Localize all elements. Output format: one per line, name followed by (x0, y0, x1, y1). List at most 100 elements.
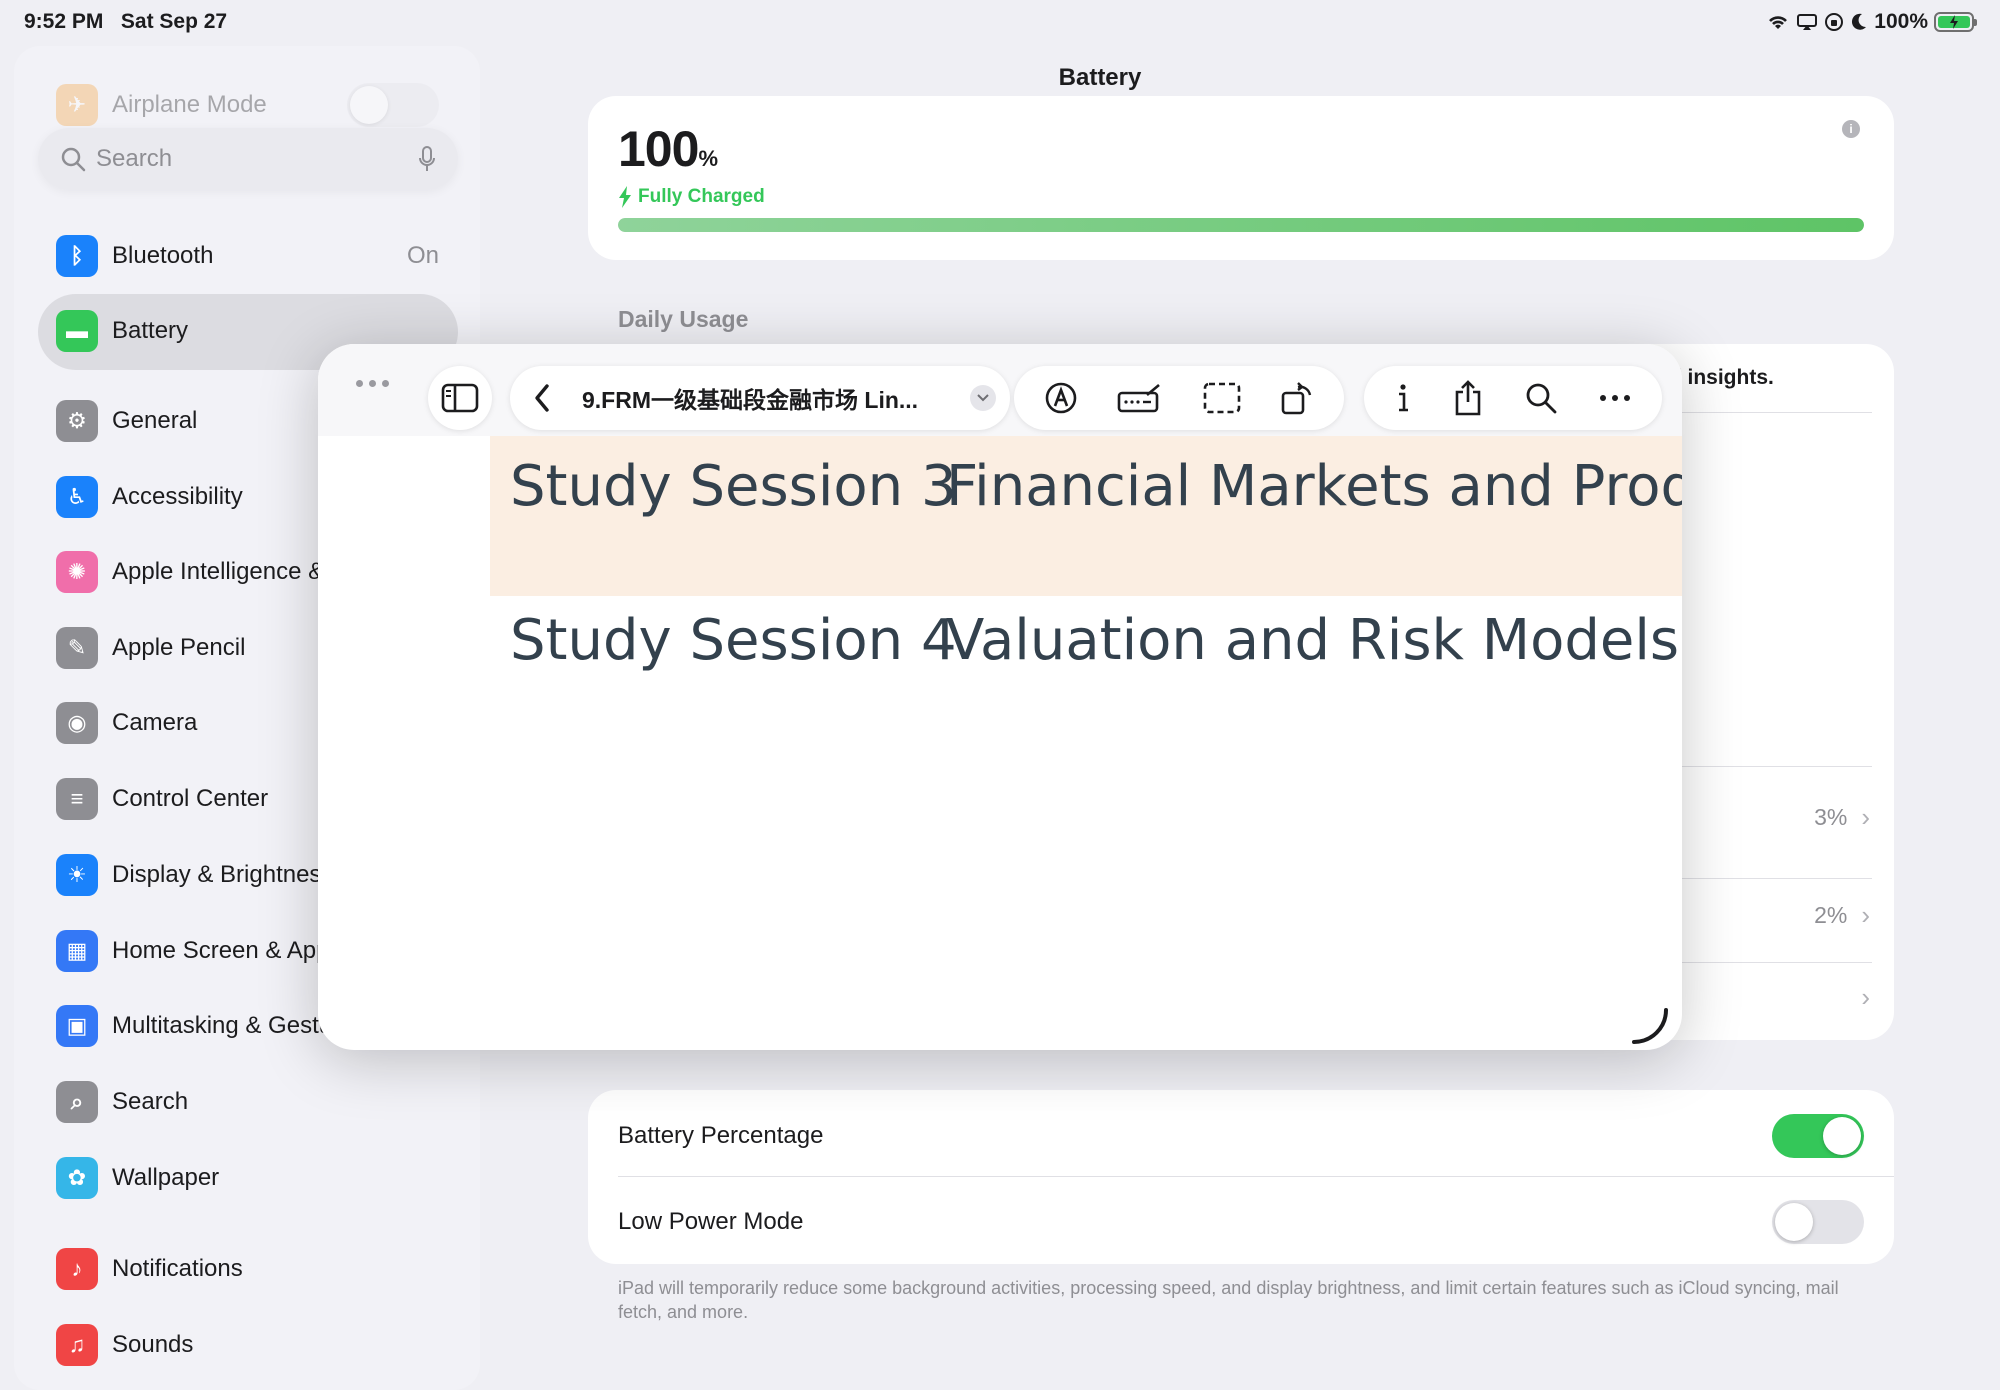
title-menu-button[interactable] (970, 385, 996, 411)
chevron-right-icon: › (1861, 900, 1870, 930)
actions-pill (1364, 366, 1662, 430)
separator (1682, 412, 1872, 413)
sidebar-icon (441, 383, 479, 413)
sidebar-search-field[interactable]: Search (38, 128, 458, 190)
usage-row-3[interactable]: › (1700, 982, 1870, 1013)
resize-handle-icon[interactable] (1628, 1004, 1672, 1048)
sidebar-item-label: Display & Brightness (112, 861, 334, 888)
apple-intelligence-icon: ✺ (56, 551, 98, 593)
keyboard-pencil-icon (1117, 384, 1161, 413)
share-button[interactable] (1453, 380, 1483, 416)
wifi-icon (1769, 16, 1788, 29)
search-icon: ⌕ (56, 1081, 98, 1123)
sidebar-item-label: General (112, 407, 198, 434)
flower-icon: ✿ (56, 1157, 98, 1199)
usage-row-1[interactable]: 3% › (1700, 802, 1870, 833)
bell-icon: ♪ (56, 1248, 98, 1290)
window-handle-dots[interactable] (356, 380, 389, 387)
sidebar-item-label: Search (112, 1088, 189, 1115)
study-session-3-topic: Financial Markets and Products (946, 454, 1682, 519)
sidebar-item-sounds[interactable]: ♫ Sounds (56, 1316, 461, 1374)
battery-percentage-toggle[interactable] (1772, 1114, 1864, 1158)
page-title: Battery (1058, 64, 1142, 91)
document-title: 9.FRM一级基础段金融市场 Lin... (582, 387, 919, 413)
study-session-4-topic: Valuation and Risk Models (946, 608, 1680, 673)
sidebar-item-label: Wallpaper (112, 1164, 220, 1191)
bluetooth-icon: ᛒ (56, 235, 98, 277)
battery-percent-large: 100% (618, 121, 718, 177)
sidebar-item-search[interactable]: ⌕ Search (56, 1073, 461, 1131)
airplane-toggle[interactable] (347, 83, 439, 127)
microphone-icon[interactable] (418, 145, 436, 173)
battery-icon: ▬ (56, 310, 98, 352)
battery-percent-text: 100% (1874, 10, 1928, 33)
sidebar-item-label: Notifications (112, 1255, 243, 1282)
sidebar-item-label: Battery (112, 317, 189, 344)
battery-level-bar (618, 218, 1864, 232)
ellipsis-icon (1600, 395, 1630, 401)
sidebar-item-label: Apple Pencil (112, 634, 246, 661)
back-button[interactable] (518, 374, 566, 422)
sun-icon: ☀ (56, 854, 98, 896)
chevron-down-icon (977, 394, 989, 402)
bolt-icon (619, 186, 631, 208)
status-icons: 100% (1766, 10, 1977, 34)
info-icon[interactable]: i (1842, 120, 1860, 138)
markup-pen-icon (1045, 382, 1077, 414)
sidebar-toggle-button[interactable] (428, 366, 492, 430)
battery-percentage-row: Battery Percentage (618, 1114, 1864, 1158)
sidebar-item-label: Camera (112, 709, 198, 736)
more-button[interactable] (1599, 394, 1631, 402)
separator (1682, 878, 1872, 879)
select-area-button[interactable] (1203, 382, 1241, 414)
markup-tools-pill (1014, 366, 1344, 430)
sidebar-item-label: Bluetooth (112, 242, 214, 269)
sidebar-item-label: Airplane Mode (112, 91, 267, 118)
info-button[interactable] (1395, 382, 1411, 414)
accessibility-icon: ♿ (56, 476, 98, 518)
rotate-button[interactable] (1280, 381, 1314, 415)
gear-icon: ⚙ (56, 400, 98, 442)
sidebar-item-airplane-mode[interactable]: ✈ Airplane Mode (56, 76, 461, 134)
pencil-icon: ✎ (56, 627, 98, 669)
markup-button[interactable] (1044, 381, 1078, 415)
rotate-icon (1281, 382, 1312, 415)
keyboard-draw-button[interactable] (1117, 383, 1163, 413)
daily-usage-label: Daily Usage (618, 306, 749, 332)
floating-document-window[interactable]: 9.FRM一级基础段金融市场 Lin... Study Session 3 Fi… (318, 344, 1682, 1050)
orientation-lock-icon (1825, 13, 1844, 31)
battery-level-card (588, 96, 1894, 260)
search-icon (1526, 383, 1557, 414)
dashed-selection-icon (1203, 382, 1241, 414)
chevron-right-icon: › (1861, 802, 1870, 832)
sidebar-item-wallpaper[interactable]: ✿ Wallpaper (56, 1149, 461, 1207)
document-title-pill[interactable]: 9.FRM一级基础段金融市场 Lin... (510, 366, 1010, 430)
separator (1682, 766, 1872, 767)
airplay-icon (1797, 14, 1818, 30)
low-power-mode-toggle[interactable] (1772, 1200, 1864, 1244)
low-power-mode-row: Low Power Mode (618, 1200, 1864, 1244)
search-icon (61, 147, 86, 172)
separator (618, 1176, 1894, 1177)
multitasking-icon: ▣ (56, 1005, 98, 1047)
battery-percentage-label: Battery Percentage (618, 1122, 824, 1149)
battery-icon (1934, 12, 1977, 32)
share-icon (1455, 380, 1481, 416)
low-power-footnote: iPad will temporarily reduce some backgr… (618, 1278, 1839, 1322)
camera-icon: ◉ (56, 702, 98, 744)
usage-row-2[interactable]: 2% › (1700, 900, 1870, 931)
insights-text: ll insights. (1670, 366, 1774, 389)
study-session-4-label: Study Session 4 (510, 608, 957, 673)
info-icon (1399, 384, 1408, 412)
status-time: 9:52 PM Sat Sep 27 (24, 10, 228, 33)
speaker-icon: ♫ (56, 1324, 98, 1366)
sidebar-item-bluetooth[interactable]: ᛒ Bluetooth On (56, 227, 461, 285)
study-session-3-label: Study Session 3 (510, 454, 957, 519)
control-center-icon: ≡ (56, 778, 98, 820)
sidebar-item-label: Control Center (112, 785, 269, 812)
search-document-button[interactable] (1525, 382, 1557, 414)
sidebar-item-notifications[interactable]: ♪ Notifications (56, 1240, 461, 1298)
moon-icon (1852, 13, 1867, 30)
sidebar-item-label: Accessibility (112, 483, 243, 510)
low-power-mode-label: Low Power Mode (618, 1208, 804, 1235)
